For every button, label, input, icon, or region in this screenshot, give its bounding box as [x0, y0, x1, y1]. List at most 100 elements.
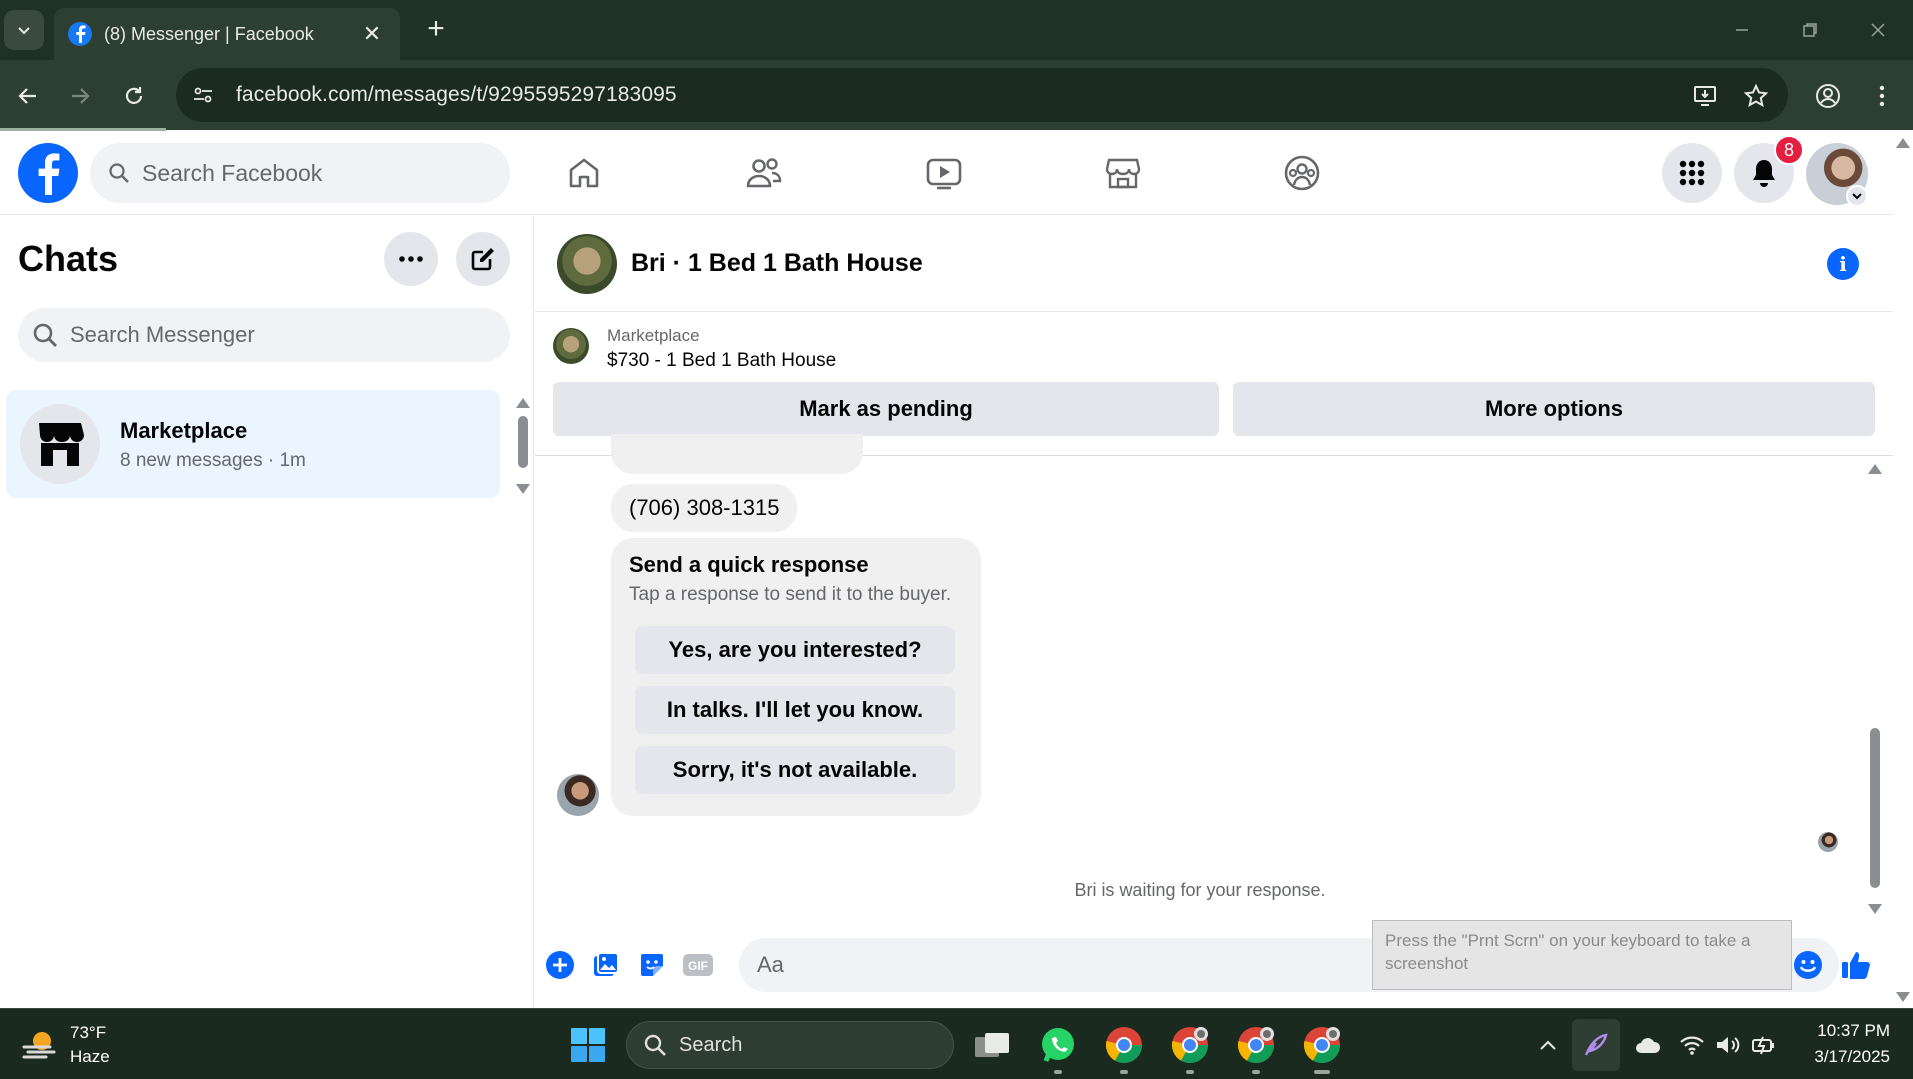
- whatsapp-app[interactable]: [1034, 1021, 1082, 1069]
- emoji-button[interactable]: [1791, 948, 1825, 982]
- show-hidden-icons-chevron-icon[interactable]: [1534, 1031, 1562, 1059]
- menu-grid-icon: [1679, 160, 1705, 186]
- whatsapp-icon: [1042, 1028, 1074, 1062]
- chrome-profile-icon: [1171, 1027, 1208, 1064]
- chat-options-button[interactable]: [384, 232, 438, 286]
- tab-search-button[interactable]: [4, 10, 44, 50]
- groups-icon: [1284, 155, 1320, 191]
- more-actions-button[interactable]: [543, 948, 577, 982]
- quick-response-option[interactable]: In talks. I'll let you know.: [635, 686, 955, 734]
- nav-groups[interactable]: [1280, 151, 1324, 195]
- messenger-search-placeholder: Search Messenger: [70, 322, 255, 347]
- forward-button[interactable]: [60, 76, 100, 116]
- chat-name: Marketplace: [120, 418, 248, 443]
- messenger-search-input[interactable]: Search Messenger: [18, 308, 510, 362]
- chrome-running-indicator: [1120, 1070, 1128, 1074]
- tab-close-icon[interactable]: ✕: [358, 21, 386, 47]
- address-bar[interactable]: facebook.com/messages/t/9295595297183095: [176, 68, 1788, 122]
- conversation-panel: Bri · 1 Bed 1 Bath House i Marketplace $…: [535, 216, 1893, 1008]
- back-button[interactable]: [8, 76, 48, 116]
- bookmark-star-icon[interactable]: [1742, 82, 1770, 110]
- profile-button[interactable]: [1808, 76, 1848, 116]
- account-circle-icon: [1816, 84, 1840, 108]
- new-message-button[interactable]: [456, 232, 510, 286]
- site-settings-icon[interactable]: [192, 84, 214, 106]
- facebook-logo-icon[interactable]: [18, 143, 78, 203]
- info-icon[interactable]: i: [1827, 248, 1859, 280]
- gif-icon: GIF: [683, 954, 713, 976]
- page-scroll-down[interactable]: [1896, 992, 1910, 1002]
- clock-date[interactable]: 3/17/2025: [1780, 1047, 1890, 1067]
- chrome-running-indicator: [1252, 1070, 1260, 1074]
- taskbar-search[interactable]: Search: [626, 1021, 954, 1069]
- conversation-scrollbar[interactable]: [1870, 728, 1880, 888]
- nav-home[interactable]: [562, 151, 606, 195]
- restore-button[interactable]: [1790, 14, 1830, 46]
- windows-taskbar: 73°F Haze Search 10:37 PM 3/17/2025: [0, 1008, 1913, 1079]
- quick-response-option[interactable]: Sorry, it's not available.: [635, 746, 955, 794]
- mark-as-pending-button[interactable]: Mark as pending: [553, 382, 1219, 436]
- conversation-avatar[interactable]: [557, 234, 617, 294]
- like-button[interactable]: [1839, 948, 1873, 982]
- message-input-placeholder: Aa: [757, 952, 784, 977]
- conversation-scroll-up[interactable]: [1868, 464, 1882, 474]
- close-window-button[interactable]: [1858, 14, 1898, 46]
- more-vertical-icon: [1879, 85, 1885, 107]
- conversation-title[interactable]: Bri · 1 Bed 1 Bath House: [631, 249, 923, 278]
- nav-video[interactable]: [922, 151, 966, 195]
- sender-avatar[interactable]: [557, 774, 599, 816]
- account-chevron-icon[interactable]: [1846, 185, 1868, 207]
- chats-sidebar: Chats Search Messenger Marketplace 8 new…: [0, 216, 534, 1008]
- facebook-search-input[interactable]: Search Facebook: [90, 143, 510, 203]
- chrome-app-4[interactable]: [1298, 1021, 1346, 1069]
- chat-subtitle: 8 new messages · 1m: [120, 450, 306, 471]
- gif-button[interactable]: GIF: [681, 948, 715, 982]
- task-view-icon: [975, 1033, 1009, 1057]
- start-button[interactable]: [564, 1021, 612, 1069]
- new-tab-button[interactable]: +: [418, 12, 454, 48]
- wifi-icon[interactable]: [1678, 1031, 1706, 1059]
- chrome-icon: [1105, 1027, 1142, 1064]
- nav-marketplace[interactable]: [1101, 151, 1145, 195]
- sidebar-scroll-up[interactable]: [516, 398, 530, 408]
- more-options-button[interactable]: More options: [1233, 382, 1875, 436]
- listing-title[interactable]: $730 - 1 Bed 1 Bath House: [607, 350, 836, 372]
- pen-app-tray[interactable]: [1572, 1019, 1620, 1071]
- onedrive-cloud-icon[interactable]: [1634, 1031, 1662, 1059]
- quick-response-option[interactable]: Yes, are you interested?: [635, 626, 955, 674]
- chat-item-marketplace[interactable]: Marketplace 8 new messages · 1m: [6, 390, 500, 498]
- volume-icon[interactable]: [1714, 1031, 1742, 1059]
- nav-friends[interactable]: [742, 151, 786, 195]
- chrome-running-indicator: [1186, 1070, 1194, 1074]
- battery-charging-icon[interactable]: [1750, 1031, 1778, 1059]
- notification-badge: 8: [1774, 135, 1804, 165]
- reload-icon: [125, 87, 143, 104]
- page-scroll-up[interactable]: [1896, 138, 1910, 148]
- clock-time[interactable]: 10:37 PM: [1780, 1021, 1890, 1041]
- bell-icon: [1753, 160, 1775, 187]
- weather-temperature[interactable]: 73°F: [70, 1023, 106, 1043]
- listing-thumbnail[interactable]: [553, 328, 589, 364]
- conversation-scroll-down[interactable]: [1868, 904, 1882, 914]
- chrome-app-1[interactable]: [1100, 1021, 1148, 1069]
- compose-icon: [471, 248, 494, 271]
- weather-haze-icon[interactable]: [16, 1021, 64, 1069]
- message-text: (706) 308-1315: [629, 495, 780, 520]
- arrow-left-icon: [18, 88, 36, 104]
- weather-description[interactable]: Haze: [70, 1047, 110, 1067]
- reload-button[interactable]: [114, 76, 154, 116]
- chrome-profile-icon: [1303, 1027, 1340, 1064]
- task-view-button[interactable]: [968, 1021, 1016, 1069]
- browser-tab[interactable]: (8) Messenger | Facebook ✕: [54, 8, 400, 60]
- attach-photo-button[interactable]: [589, 948, 623, 982]
- menu-button[interactable]: [1662, 143, 1722, 203]
- chevron-down-icon: [18, 27, 30, 35]
- sticker-button[interactable]: [635, 948, 669, 982]
- sidebar-scroll-down[interactable]: [516, 484, 530, 494]
- minimize-button[interactable]: [1722, 14, 1762, 46]
- browser-menu-button[interactable]: [1862, 76, 1902, 116]
- install-app-icon[interactable]: [1692, 82, 1720, 110]
- chrome-app-2[interactable]: [1166, 1021, 1214, 1069]
- chrome-app-3[interactable]: [1232, 1021, 1280, 1069]
- sidebar-scrollbar[interactable]: [518, 416, 528, 468]
